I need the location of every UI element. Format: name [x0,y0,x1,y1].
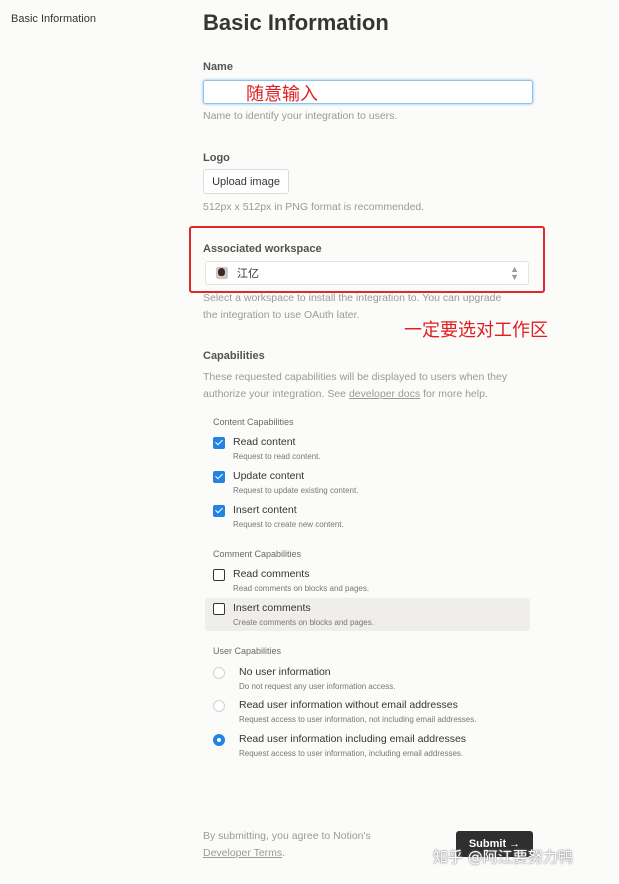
capability-update-content[interactable]: Update content Request to update existin… [205,468,530,498]
footer-line2: Developer Terms. [203,845,371,862]
logo-help: 512px x 512px in PNG format is recommend… [203,201,425,213]
checkbox-unchecked-icon[interactable] [213,569,225,581]
radio-unselected-icon[interactable] [213,700,225,712]
capability-insert-comments[interactable]: Insert comments Create comments on block… [205,598,530,631]
capability-desc: Request to read content. [233,452,321,461]
workspace-help-line1: Select a workspace to install the integr… [203,292,502,304]
capability-title: Insert content [233,504,297,516]
name-label: Name [203,61,233,73]
radio-selected-icon[interactable] [213,734,225,746]
name-annotation: 随意输入 [246,84,318,105]
capability-desc: Read comments on blocks and pages. [233,584,370,593]
workspace-annotation: 一定要选对工作区 [404,320,548,341]
user-option-title: Read user information including email ad… [239,733,467,745]
user-option-title: No user information [239,666,331,678]
footer-line1: By submitting, you agree to Notion's [203,830,371,842]
user-option-title: Read user information without email addr… [239,699,458,711]
workspace-help-line2: the integration to use OAuth later. [203,309,360,321]
user-option-desc: Request access to user information, incl… [239,749,464,758]
user-option-desc: Request access to user information, not … [239,715,477,724]
page-title: Basic Information [203,10,389,35]
user-option-without-email[interactable]: Read user information without email addr… [205,697,530,727]
sidebar-item-basic-information[interactable]: Basic Information [11,13,96,25]
content-capabilities-heading: Content Capabilities [213,417,294,427]
footer-link-suffix: . [282,847,286,859]
developer-terms-link[interactable]: Developer Terms [203,847,282,859]
capability-title: Read comments [233,568,310,580]
checkbox-checked-icon[interactable] [213,471,225,483]
capabilities-label: Capabilities [203,350,265,362]
radio-unselected-icon[interactable] [213,667,225,679]
capabilities-help-line2: authorize your integration. See develope… [203,386,488,403]
user-capabilities-heading: User Capabilities [213,646,282,656]
user-option-with-email[interactable]: Read user information including email ad… [205,731,530,761]
capabilities-help-prefix: authorize your integration. See [203,388,349,400]
capabilities-help-line1: These requested capabilities will be dis… [203,371,508,383]
capability-insert-content[interactable]: Insert content Request to create new con… [205,502,530,532]
developer-docs-link[interactable]: developer docs [349,388,420,400]
capability-desc: Create comments on blocks and pages. [233,618,374,627]
checkbox-checked-icon[interactable] [213,437,225,449]
checkbox-unchecked-icon[interactable] [213,603,225,615]
workspace-label: Associated workspace [203,243,322,255]
watermark: 知乎 @阿江要努力鸭 [433,848,573,866]
footer-terms-text: By submitting, you agree to Notion's Dev… [203,828,371,862]
workspace-selected-value: 江亿 [237,268,259,280]
capability-desc: Request to create new content. [233,520,344,529]
capabilities-help-suffix: for more help. [420,388,488,400]
capability-read-comments[interactable]: Read comments Read comments on blocks an… [205,566,530,596]
capability-title: Update content [233,470,305,482]
checkbox-checked-icon[interactable] [213,505,225,517]
user-option-no-info[interactable]: No user information Do not request any u… [205,664,530,694]
capability-title: Read content [233,436,296,448]
workspace-select[interactable]: 江亿 ▲ ▼ [205,261,529,285]
logo-label: Logo [203,152,230,164]
capability-title: Insert comments [233,602,311,614]
capability-desc: Request to update existing content. [233,486,359,495]
comment-capabilities-heading: Comment Capabilities [213,549,302,559]
user-option-desc: Do not request any user information acce… [239,682,396,691]
name-help: Name to identify your integration to use… [203,110,398,122]
capability-read-content[interactable]: Read content Request to read content. [205,434,530,464]
chevron-up-down-icon: ▲ ▼ [510,264,519,282]
upload-image-button[interactable]: Upload image [203,169,289,194]
workspace-avatar-icon [216,267,228,279]
